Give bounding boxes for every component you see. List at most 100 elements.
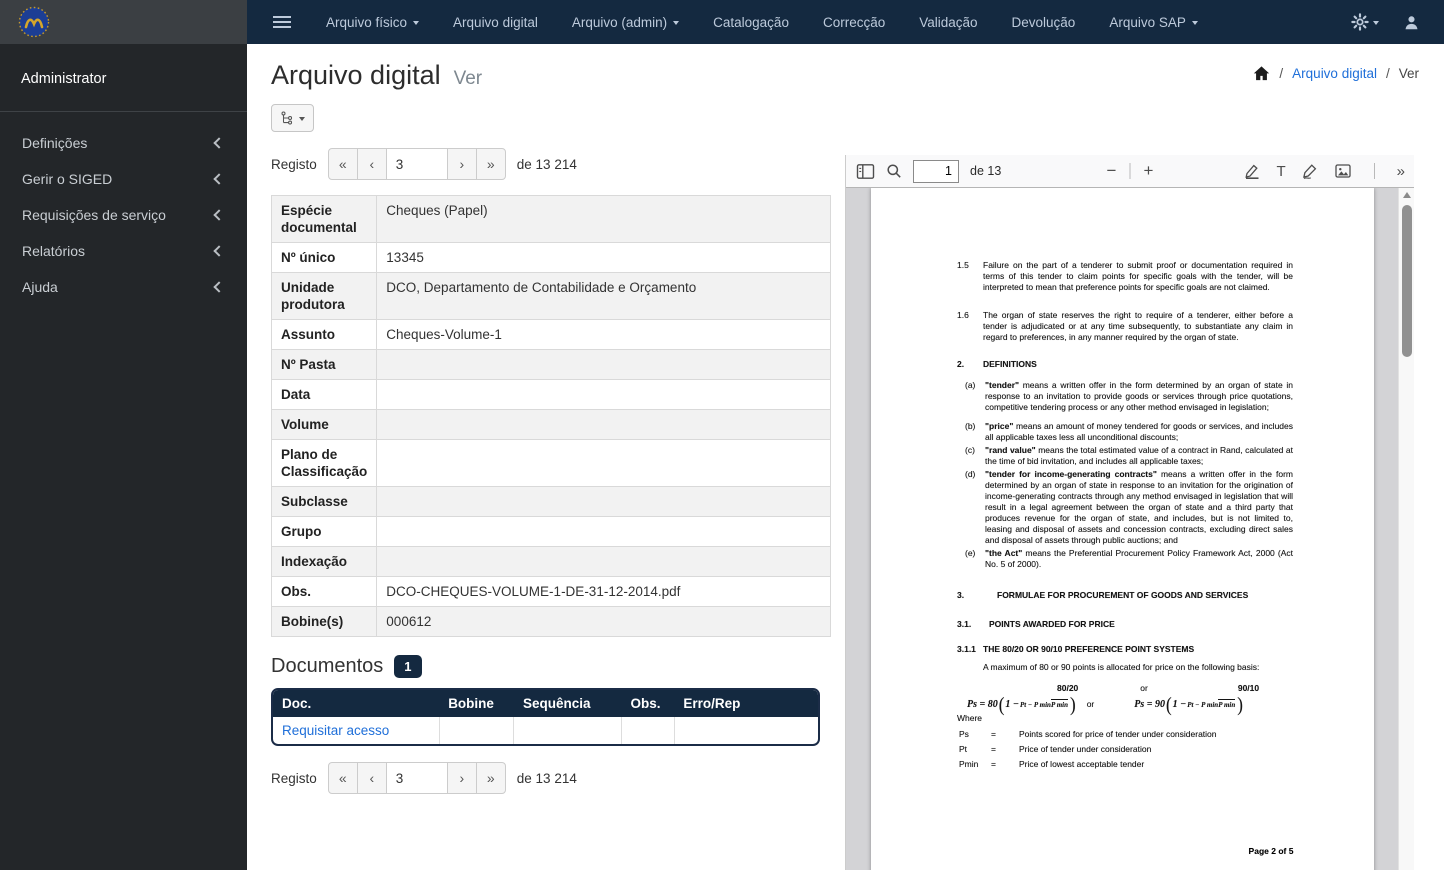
record-pagination-top: Registo « ‹ › » de 13 214 xyxy=(271,148,837,180)
table-row: Assunto Cheques-Volume-1 xyxy=(270,319,831,350)
nav-validacao[interactable]: Validação xyxy=(902,0,994,44)
document-row: Requisitar acesso xyxy=(273,717,818,744)
pdf-page-input[interactable] xyxy=(913,159,959,183)
toolbar-divider xyxy=(1373,163,1375,179)
home-icon[interactable] xyxy=(1253,66,1270,81)
pdf-page-count: de 13 xyxy=(970,164,1002,178)
toolbar-divider xyxy=(1129,163,1131,179)
caret-down-icon xyxy=(1373,21,1379,25)
highlighter-icon[interactable] xyxy=(1243,162,1261,180)
nav-correccao[interactable]: Correcção xyxy=(806,0,902,44)
sidebar-item-gerir-siged[interactable]: Gerir o SIGED xyxy=(0,161,247,197)
page-title: Arquivo digital xyxy=(271,60,441,90)
sidebar-item-label: Definições xyxy=(22,135,88,151)
column-header-erro-rep: Erro/Rep xyxy=(674,690,818,717)
scroll-up-arrow-icon[interactable] xyxy=(1403,192,1411,198)
first-record-button[interactable]: « xyxy=(327,148,358,180)
sidebar-item-definicoes[interactable]: Definições xyxy=(0,125,247,161)
caret-down-icon xyxy=(299,117,305,121)
table-row: Subclasse xyxy=(270,486,831,517)
scrollbar-thumb[interactable] xyxy=(1402,205,1412,357)
app-window: Administrator Definições Gerir o SIGED R… xyxy=(0,0,1444,870)
table-row: Data xyxy=(270,379,831,410)
more-tools-icon[interactable]: » xyxy=(1397,163,1405,180)
nav-arquivo-sap[interactable]: Arquivo SAP xyxy=(1092,0,1215,44)
table-row: Obs. DCO-CHEQUES-VOLUME-1-DE-31-12-2014.p… xyxy=(270,576,831,607)
sidebar-item-label: Requisições de serviço xyxy=(22,207,166,223)
settings-menu[interactable] xyxy=(1351,13,1379,31)
search-icon[interactable] xyxy=(886,163,902,179)
sidebar-username: Administrator xyxy=(21,71,107,87)
image-tool-icon[interactable] xyxy=(1334,162,1352,180)
person-icon xyxy=(1403,14,1420,31)
pdf-toolbar: de 13 − + T xyxy=(846,155,1414,188)
table-row: Grupo xyxy=(270,516,831,547)
nav-catalogacao[interactable]: Catalogação xyxy=(696,0,806,44)
zoom-out-button[interactable]: − xyxy=(1101,161,1123,181)
column-header-bobine: Bobine xyxy=(439,690,514,717)
breadcrumb-current: Ver xyxy=(1398,66,1419,81)
breadcrumb-separator: / xyxy=(1385,66,1390,81)
chevron-left-icon xyxy=(213,209,225,221)
breadcrumb-link-arquivo-digital[interactable]: Arquivo digital xyxy=(1292,66,1377,81)
record-number-input[interactable] xyxy=(385,762,448,794)
chevron-left-icon xyxy=(213,137,225,149)
caret-down-icon xyxy=(673,21,680,25)
next-record-button[interactable]: › xyxy=(446,762,477,794)
logo-strip xyxy=(0,0,247,44)
column-header-doc: Doc. xyxy=(273,690,440,717)
zoom-in-button[interactable]: + xyxy=(1138,161,1160,181)
sidebar-item-ajuda[interactable]: Ajuda xyxy=(0,269,247,305)
previous-record-button[interactable]: ‹ xyxy=(356,762,387,794)
previous-record-button[interactable]: ‹ xyxy=(356,148,387,180)
sidebar-item-requisicoes[interactable]: Requisições de serviço xyxy=(0,197,247,233)
table-row: Unidade produtora DCO, Departamento de Co… xyxy=(270,272,831,320)
nav-arquivo-admin[interactable]: Arquivo (admin) xyxy=(555,0,696,44)
chevron-left-icon xyxy=(213,173,225,185)
main-content: / Arquivo digital / Ver Arquivo digital … xyxy=(247,44,1444,870)
sidebar: Administrator Definições Gerir o SIGED R… xyxy=(0,0,247,870)
request-access-link[interactable]: Requisitar acesso xyxy=(282,723,389,738)
bank-logo xyxy=(16,4,52,40)
sidebar-item-label: Ajuda xyxy=(22,279,58,295)
documents-section-title: Documentos xyxy=(271,655,384,677)
sidebar-nav: Definições Gerir o SIGED Requisições de … xyxy=(0,112,247,305)
record-number-input[interactable] xyxy=(385,148,448,180)
chevron-left-icon xyxy=(213,281,225,293)
sidebar-item-relatorios[interactable]: Relatórios xyxy=(0,233,247,269)
last-record-button[interactable]: » xyxy=(475,762,506,794)
documents-count-badge: 1 xyxy=(394,655,422,678)
record-detail-table: Espécie documental Cheques (Papel) Nº úni… xyxy=(270,195,831,637)
nav-devolucao[interactable]: Devolução xyxy=(995,0,1093,44)
pdf-viewer: de 13 − + T xyxy=(845,155,1414,870)
formula-ratio-labels: 80/20 or 90/10 xyxy=(1057,683,1260,693)
toggle-sidebar-icon[interactable] xyxy=(856,163,875,180)
nav-arquivo-fisico[interactable]: Arquivo físico xyxy=(309,0,436,44)
user-menu[interactable] xyxy=(1403,14,1420,31)
table-row: Indexação xyxy=(270,546,831,577)
caret-down-icon xyxy=(1191,21,1198,25)
text-tool-icon[interactable]: T xyxy=(1276,163,1285,180)
page-subtitle: Ver xyxy=(453,68,483,89)
first-record-button[interactable]: « xyxy=(327,762,358,794)
next-record-button[interactable]: › xyxy=(446,148,477,180)
table-row: Volume xyxy=(270,409,831,440)
table-row: Nº único 13345 xyxy=(270,242,831,273)
last-record-button[interactable]: » xyxy=(475,148,506,180)
pagination-total: de 13 214 xyxy=(516,156,577,172)
pdf-view-area: 1.5 Failure on the part of a tenderer to … xyxy=(846,188,1414,870)
chevron-left-icon xyxy=(213,245,225,257)
table-row: Nº Pasta xyxy=(270,349,831,380)
table-row: Espécie documental Cheques (Papel) xyxy=(270,195,831,243)
record-pagination-bottom: Registo « ‹ › » de 13 214 xyxy=(271,762,837,794)
caret-down-icon xyxy=(413,21,420,25)
column-header-obs: Obs. xyxy=(621,690,675,717)
pagination-label: Registo xyxy=(271,770,317,786)
tree-view-button[interactable] xyxy=(271,104,314,132)
draw-pen-icon[interactable] xyxy=(1301,162,1319,180)
table-row: Bobine(s) 000612 xyxy=(270,606,831,637)
hamburger-menu-icon[interactable] xyxy=(269,9,295,35)
pagination-label: Registo xyxy=(271,156,317,172)
nav-arquivo-digital[interactable]: Arquivo digital xyxy=(436,0,555,44)
table-row: Plano de Classificação xyxy=(270,439,831,487)
